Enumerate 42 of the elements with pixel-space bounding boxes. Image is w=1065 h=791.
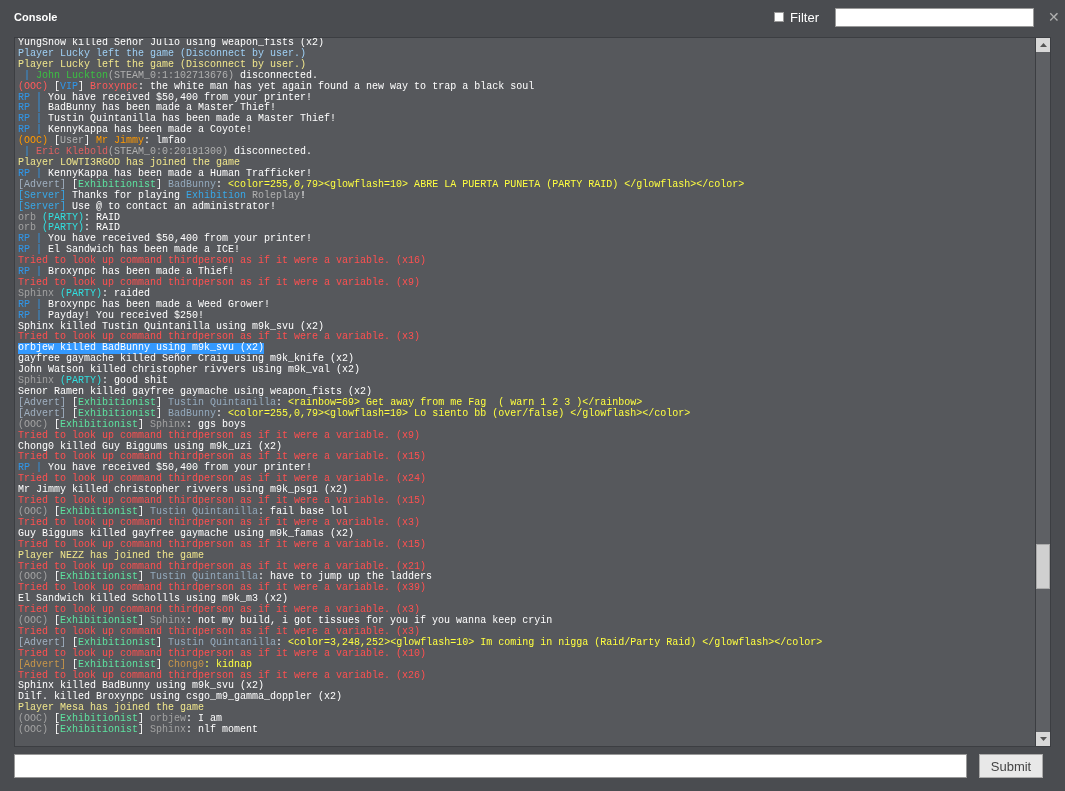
filter-label: Filter — [790, 9, 819, 25]
command-field[interactable] — [14, 754, 967, 778]
log-line[interactable]: [Server] Use @ to contact an administrator! — [18, 201, 277, 213]
log-line[interactable]: Senor Ramen killed gayfree gaymache using weapon_fists (x2) — [18, 387, 373, 398]
log-line[interactable]: [Advert] [Exhibitionist] Tustin Quintanilla: <rainbow=69> Get away from me Fag ( warn 1 2 3 )</rainbow> — [18, 397, 643, 409]
scroll-up-icon[interactable] — [1039, 43, 1047, 47]
log-line[interactable]: | John Luckton(STEAM_0:1:102713676) disconnected. — [18, 70, 319, 82]
scrollbar[interactable] — [1035, 38, 1050, 746]
log-line[interactable]: [Advert] [Exhibitionist] BadBunny: <color=255,0,79><glowflash=10> Lo siento bb (over/false) </glowflash></color> — [18, 408, 691, 420]
log-line[interactable]: RP | KennyKappa has been made a Human Trafficker! — [18, 168, 313, 180]
log-line[interactable]: RP | Broxynpc has been made a Weed Grower! — [18, 299, 271, 311]
log-line[interactable]: Player LOWTI3RGOD has joined the game — [18, 157, 241, 169]
log-line[interactable]: RP | Tustin Quintanilla has been made a Master Thief! — [18, 114, 337, 126]
scroll-thumb[interactable] — [1036, 544, 1050, 589]
scroll-down-icon[interactable] — [1039, 737, 1047, 741]
window-title: Console — [14, 11, 59, 23]
filter-field[interactable] — [835, 7, 1034, 27]
log-line[interactable]: Sphinx (PARTY): good shit — [18, 376, 169, 387]
log-line[interactable]: [Advert] [Exhibitionist] Chong0: kidnap — [18, 659, 253, 671]
log-line[interactable]: (OOC) [Exhibitionist] Tustin Quintanilla: fail base lol — [18, 506, 349, 518]
log-line[interactable]: orb (PARTY): RAID — [18, 212, 121, 224]
scroll-down-button[interactable] — [1036, 732, 1050, 746]
log-line[interactable]: Guy Biggums killed gayfree gaymache using m9k_famas (x2) — [18, 528, 355, 540]
log-line[interactable]: (OOC) [Exhibitionist] Sphinx: nlf moment — [18, 725, 259, 736]
log-line[interactable]: YungSnow killed Señor Julio using weapon_fists (x2) — [18, 38, 325, 49]
scroll-up-button[interactable] — [1036, 38, 1050, 52]
log-line[interactable]: [Advert] [Exhibitionist] Tustin Quintanilla: <color=3,248,252><glowflash=10> Im coming in nigga (Raid/Party Raid) </glowflash></color> — [18, 637, 823, 649]
log-line[interactable]: [Advert] [Exhibitionist] BadBunny: <color=255,0,79><glowflash=10> ABRE LA PUERTA PUNETA (PARTY RAID) </glowflash></color> — [18, 179, 745, 191]
log-line[interactable]: (OOC) [Exhibitionist] Sphinx: not my build, i got tissues for you if you wanna keep cryin — [18, 616, 553, 627]
log-line[interactable]: RP | Payday! You received $250! — [18, 310, 205, 322]
submit-button[interactable]: Submit — [979, 754, 1043, 778]
log-line[interactable]: Player Lucky left the game (Disconnect by user.) — [18, 48, 307, 60]
close-button[interactable]: ✕ — [1040, 9, 1060, 25]
filter-checkbox[interactable] — [774, 12, 785, 22]
log-line[interactable]: (OOC) [Exhibitionist] Sphinx: ggs boys — [18, 419, 247, 431]
log-line[interactable]: (OOC) [VIP] Broxynpc: the white man has yet again found a new way to trap a black soul — [18, 81, 535, 93]
log-line[interactable]: Player NEZZ has joined the game — [18, 550, 205, 562]
log-line[interactable]: | Eric Klebold(STEAM_0:0:20191300) disconnected. — [18, 147, 313, 158]
log-line[interactable]: RP | Broxynpc has been made a Thief! — [18, 267, 235, 278]
log-line[interactable]: Player Lucky left the game (Disconnect by user.) — [18, 59, 307, 71]
log-line[interactable]: [Server] Thanks for playing Exhibition Roleplay! — [18, 190, 307, 202]
log-line[interactable]: Sphinx (PARTY): raided — [18, 288, 151, 300]
